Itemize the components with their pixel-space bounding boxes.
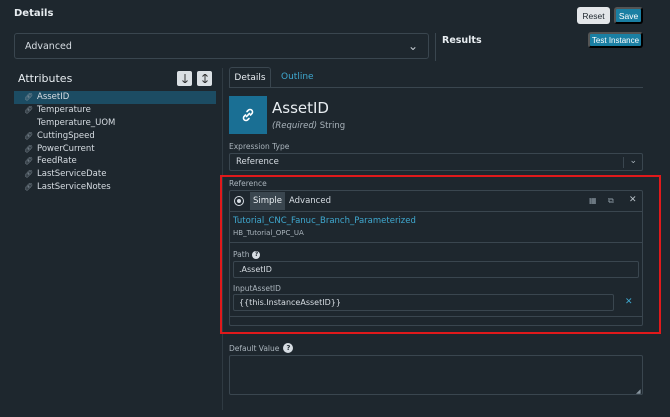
link-icon: 🔗︎ <box>24 106 33 115</box>
divider <box>435 33 436 61</box>
default-value-label-text: Default Value <box>229 343 280 353</box>
path-label-text: Path <box>233 250 250 259</box>
attribute-item-lastservicenotes[interactable]: 🔗︎ LastServiceNotes <box>14 181 216 194</box>
attribute-item-powercurrent[interactable]: 🔗︎ PowerCurrent <box>14 142 216 155</box>
type-label: String <box>317 121 346 131</box>
attribute-item-label: CuttingSpeed <box>37 130 95 141</box>
link-icon <box>242 108 254 122</box>
node-link[interactable]: Tutorial_CNC_Fanuc_Branch_Parameterized <box>233 216 416 226</box>
default-value-label: Default Value ? <box>229 343 294 353</box>
attribute-type: (Required) String <box>272 121 345 131</box>
link-icon: 🔗︎ <box>24 131 33 140</box>
save-button[interactable]: Save <box>614 7 643 24</box>
mode-simple-button[interactable]: Simple <box>250 192 285 210</box>
attributes-heading: Attributes <box>18 72 73 85</box>
mode-advanced-button[interactable]: Advanced <box>289 196 331 206</box>
link-icon: 🔗︎ <box>24 157 33 166</box>
tab-outline[interactable]: Outline <box>281 72 314 82</box>
grid-icon[interactable]: ▦ <box>589 196 597 205</box>
attribute-name: AssetID <box>272 99 329 117</box>
attribute-item-label: AssetID <box>37 92 70 103</box>
close-icon[interactable]: ✕ <box>629 195 637 205</box>
resize-grip-icon[interactable]: ◢ <box>636 388 641 395</box>
input-asset-id-field[interactable] <box>233 294 614 311</box>
chevron-down-icon: ⌄ <box>629 156 637 166</box>
link-icon: 🔗︎ <box>24 170 33 179</box>
reference-radio-button[interactable] <box>234 196 244 206</box>
reset-button[interactable]: Reset <box>577 7 610 24</box>
tab-underline <box>229 87 643 88</box>
tab-details[interactable]: Details <box>229 67 271 87</box>
link-icon: 🔗︎ <box>24 93 33 102</box>
attribute-item-assetid[interactable]: 🔗︎ AssetID <box>14 91 216 104</box>
copy-icon[interactable]: ⧉ <box>608 196 614 206</box>
mode-select-value: Advanced <box>25 40 72 52</box>
divider <box>623 157 624 168</box>
node-source: HB_Tutorial_OPC_UA <box>233 229 304 237</box>
page-title: Details <box>14 8 54 19</box>
path-input[interactable] <box>233 261 639 278</box>
expression-type-value: Reference <box>236 157 279 167</box>
expression-type-select[interactable]: Reference ⌄ <box>229 153 643 171</box>
chevron-down-icon: ⌄ <box>407 39 418 53</box>
default-value-textarea[interactable] <box>229 355 643 395</box>
help-icon[interactable]: ? <box>283 343 294 353</box>
results-heading: Results <box>442 35 482 46</box>
divider <box>229 242 643 243</box>
help-icon[interactable]: ? <box>252 250 261 259</box>
sort-descending-button[interactable] <box>197 71 212 86</box>
path-label: Path ? <box>233 250 261 259</box>
test-instance-button[interactable]: Test Instance <box>588 32 643 48</box>
attribute-item-lastservicedate[interactable]: 🔗︎ LastServiceDate <box>14 168 216 181</box>
attribute-item-label: Temperature <box>37 105 91 116</box>
attribute-type-badge <box>229 96 267 134</box>
input-asset-id-label: InputAssetID <box>233 284 281 293</box>
attribute-item-label: LastServiceNotes <box>37 181 111 192</box>
sort-ascending-button[interactable] <box>177 71 192 86</box>
attribute-item-feedrate[interactable]: 🔗︎ FeedRate <box>14 155 216 168</box>
attribute-item-label: FeedRate <box>37 156 77 167</box>
attribute-item-label: LastServiceDate <box>37 169 107 180</box>
attributes-list: 🔗︎ AssetID 🔗︎ Temperature Temperature_UOM … <box>14 91 216 193</box>
attribute-item-temperature-uom[interactable]: Temperature_UOM <box>14 117 216 130</box>
attribute-item-label: Temperature_UOM <box>37 117 116 128</box>
sort-descending-icon <box>201 74 208 83</box>
attribute-item-label: PowerCurrent <box>37 143 95 154</box>
link-icon: 🔗︎ <box>24 182 33 191</box>
sort-ascending-icon <box>181 74 188 83</box>
attribute-item-cuttingspeed[interactable]: 🔗︎ CuttingSpeed <box>14 129 216 142</box>
link-icon: 🔗︎ <box>24 144 33 153</box>
required-tag: (Required) <box>272 121 318 131</box>
mode-select[interactable]: Advanced ⌄ <box>14 33 429 59</box>
reference-label: Reference <box>229 179 267 188</box>
clear-icon[interactable]: ✕ <box>625 297 633 307</box>
attribute-item-temperature[interactable]: 🔗︎ Temperature <box>14 104 216 117</box>
divider <box>229 316 643 317</box>
expression-type-label: Expression Type <box>229 142 290 151</box>
